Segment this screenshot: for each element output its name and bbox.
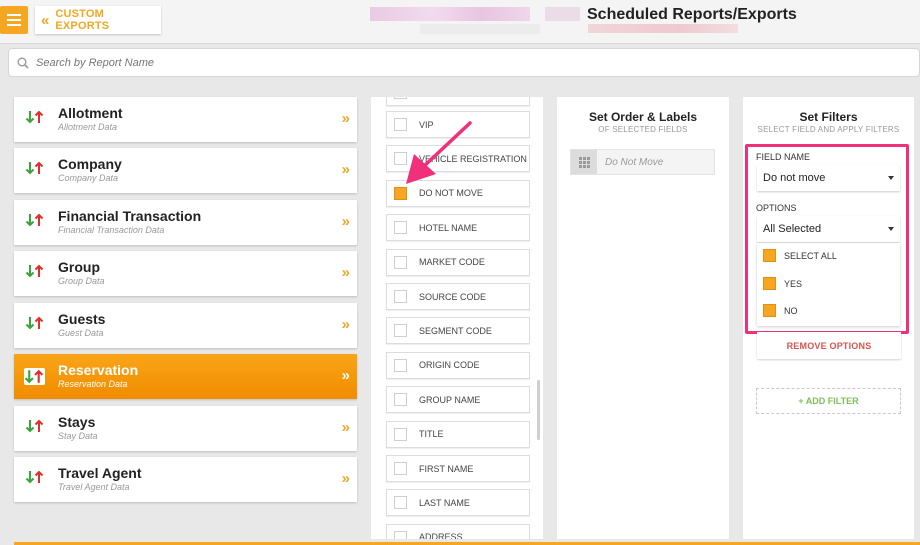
category-name: Stays [58,414,96,430]
annotation-highlight-box [745,144,909,334]
field-item[interactable]: LAST NAME [386,489,530,517]
category-item[interactable]: Group Group Data » [14,251,357,296]
field-item[interactable]: FIRST NAME [386,455,530,482]
double-chevron-right-icon[interactable]: » [342,367,351,384]
checkbox[interactable] [394,358,407,372]
field-label: ADDRESS [419,532,463,539]
sort-arrows-icon [25,110,44,124]
sort-arrows-icon [25,470,44,484]
field-item-partial[interactable] [386,97,530,106]
order-item-label: Do Not Move [605,156,664,168]
field-label: FIRST NAME [419,463,474,474]
field-label: HOTEL NAME [419,222,478,233]
checkbox[interactable] [394,221,407,235]
order-panel: Set Order & Labels OF SELECTED FIELDS Do… [557,97,729,539]
sort-arrows-icon [25,161,44,175]
field-item[interactable]: ADDRESS [386,523,530,539]
category-subtitle: Guest Data [58,328,104,338]
double-chevron-right-icon[interactable]: » [342,161,351,178]
field-label: SOURCE CODE [419,291,487,302]
field-label: MARKET CODE [419,257,485,268]
field-label: SEGMENT CODE [419,325,492,336]
category-item[interactable]: Guests Guest Data » [14,303,357,348]
category-name: Company [58,156,122,172]
order-panel-title: Set Order & Labels [588,110,698,124]
checkbox[interactable] [394,97,407,99]
field-item[interactable]: SOURCE CODE [386,283,530,310]
checkbox[interactable] [394,393,407,407]
double-chevron-right-icon[interactable]: » [342,470,351,487]
category-name: Group [58,259,100,275]
category-name: Allotment [58,105,123,121]
category-item[interactable]: Reservation Reservation Data » [14,354,357,399]
category-subtitle: Company Data [58,173,119,183]
search-icon [17,57,29,69]
category-subtitle: Travel Agent Data [58,482,130,492]
category-subtitle: Group Data [58,276,105,286]
redacted-text [370,7,530,21]
checkbox[interactable] [394,427,407,441]
redacted-text [545,7,580,21]
filter-panel-subtitle: SELECT FIELD AND APPLY FILTERS [757,125,900,134]
double-chevron-right-icon[interactable]: » [342,419,351,436]
category-item[interactable]: Stays Stay Data » [14,406,357,451]
remove-options-button[interactable]: REMOVE OPTIONS [757,332,901,359]
field-item[interactable]: GROUP NAME [386,386,530,414]
field-item[interactable]: ORIGIN CODE [386,351,530,379]
order-item[interactable]: Do Not Move [570,149,715,175]
back-button-label: CUSTOM EXPORTS [55,8,110,32]
redacted-text [420,24,540,34]
category-subtitle: Stay Data [58,431,98,441]
checkbox[interactable] [394,290,407,303]
category-subtitle: Allotment Data [58,122,118,132]
sort-arrows-icon [25,213,44,227]
sort-arrows-icon [25,316,44,330]
sort-arrows-icon [24,368,45,385]
checkbox[interactable] [394,496,407,510]
category-name: Reservation [58,362,139,378]
filter-panel-title: Set Filters [799,110,858,124]
field-label: LAST NAME [419,497,470,508]
field-label: TITLE [419,429,444,440]
category-name: Guests [58,311,106,327]
sort-arrows-icon [25,264,44,278]
drag-handle-icon[interactable] [571,150,597,174]
category-item[interactable]: Company Company Data » [14,148,357,193]
header-bar: « CUSTOM EXPORTS Scheduled Reports/Expor… [0,0,920,44]
field-label: GROUP NAME [419,394,481,405]
category-name: Financial Transaction [58,208,202,224]
category-subtitle: Reservation Data [58,379,128,389]
sort-arrows-icon [25,419,44,433]
hamburger-menu-icon[interactable] [0,6,28,34]
category-name: Travel Agent [58,465,142,481]
double-chevron-left-icon: « [41,11,49,29]
double-chevron-right-icon[interactable]: » [342,110,351,127]
checkbox[interactable] [394,462,407,475]
add-filter-button[interactable]: + ADD FILTER [756,388,901,414]
order-panel-subtitle: OF SELECTED FIELDS [598,125,688,134]
field-item[interactable]: TITLE [386,420,530,448]
category-item[interactable]: Travel Agent Travel Agent Data » [14,457,357,502]
redacted-text [588,24,738,33]
checkbox[interactable] [394,255,407,269]
scrollbar[interactable] [537,380,540,440]
category-item[interactable]: Financial Transaction Financial Transacti… [14,200,357,245]
field-item[interactable]: MARKET CODE [386,248,530,276]
search-input[interactable] [36,56,436,69]
back-button[interactable]: « CUSTOM EXPORTS [35,6,161,34]
page-title: Scheduled Reports/Exports [587,6,797,23]
search-bar[interactable] [8,48,920,77]
category-subtitle: Financial Transaction Data [58,225,165,235]
field-label: ORIGIN CODE [419,360,480,371]
double-chevron-right-icon[interactable]: » [342,213,351,230]
checkbox[interactable] [394,324,407,338]
field-item[interactable]: SEGMENT CODE [386,317,530,345]
annotation-arrow-icon [406,121,472,184]
checkbox[interactable] [394,530,407,539]
double-chevron-right-icon[interactable]: » [342,264,351,281]
double-chevron-right-icon[interactable]: » [342,316,351,333]
category-item[interactable]: Allotment Allotment Data » [14,97,357,142]
field-item[interactable]: HOTEL NAME [386,214,530,242]
